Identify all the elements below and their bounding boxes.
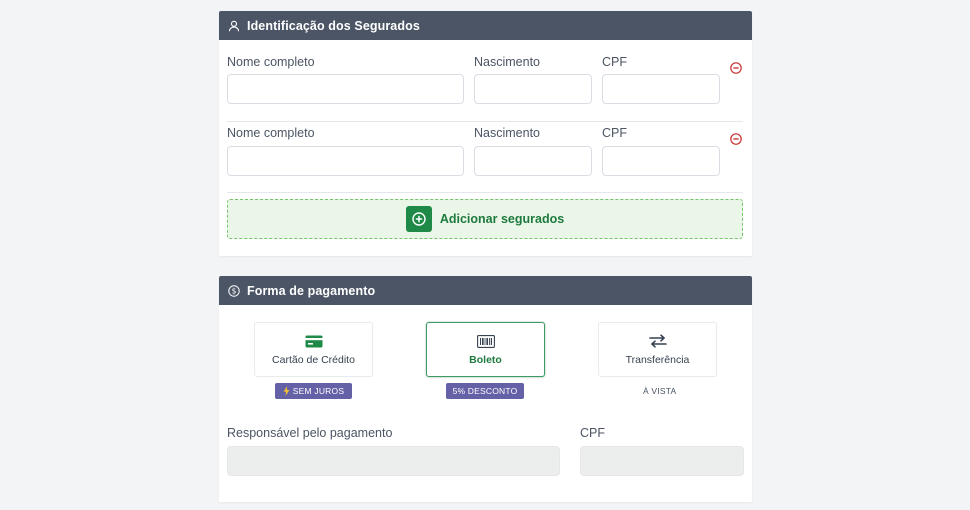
responsible-label: Responsável pelo pagamento [227,426,393,440]
discount-badge: 5% DESCONTO [446,383,524,399]
remove-insured-icon[interactable] [730,61,742,74]
cpf-input[interactable] [602,74,720,104]
add-insured-label: Adicionar segurados [439,212,565,226]
birth-date-label: Nascimento [474,55,540,69]
insured-section-title: Identificação dos Segurados [247,18,420,33]
cash-tag: À VISTA [643,386,677,396]
lightning-icon [283,386,290,396]
barcode-icon [476,333,496,349]
payment-option-credit-card[interactable]: Cartão de Crédito [254,322,373,377]
dollar-circle-icon: $ [228,284,240,297]
payment-option-label: Cartão de Crédito [272,354,355,366]
user-icon [228,20,240,32]
payment-option-label: Transferência [625,354,690,366]
credit-card-icon [304,333,324,349]
add-insured-button[interactable]: Adicionar segurados [227,199,743,239]
payment-section-header: $ Forma de pagamento [219,276,752,305]
row-divider [227,121,743,122]
full-name-input[interactable] [227,146,464,176]
birth-date-input[interactable] [474,74,592,104]
full-name-input[interactable] [227,74,464,104]
insured-section: Identificação dos Segurados Nome complet… [219,11,752,256]
row-divider [227,192,743,193]
cpf-label: CPF [602,55,627,69]
no-interest-badge-text: SEM JUROS [292,386,345,396]
payment-section-title: Forma de pagamento [247,283,376,298]
birth-date-label: Nascimento [474,126,540,140]
insured-section-header: Identificação dos Segurados [219,11,752,40]
cpf-label: CPF [602,126,627,140]
full-name-label: Nome completo [227,126,315,140]
no-interest-badge: SEM JUROS [275,383,352,399]
cpf-input[interactable] [602,146,720,176]
transfer-arrows-icon [648,333,668,349]
plus-circle-icon [405,206,432,232]
full-name-label: Nome completo [227,55,315,69]
responsible-input[interactable] [227,446,560,476]
payment-option-transfer[interactable]: Transferência [598,322,717,377]
payment-option-boleto[interactable]: Boleto [426,322,545,377]
payer-cpf-label: CPF [580,426,605,440]
discount-badge-text: 5% DESCONTO [452,386,518,396]
payment-option-label: Boleto [469,354,502,366]
birth-date-input[interactable] [474,146,592,176]
remove-insured-icon[interactable] [730,132,742,145]
svg-text:$: $ [232,286,237,295]
payment-section: $ Forma de pagamento Cartão de Crédito B… [219,276,752,502]
payer-cpf-input[interactable] [580,446,744,476]
